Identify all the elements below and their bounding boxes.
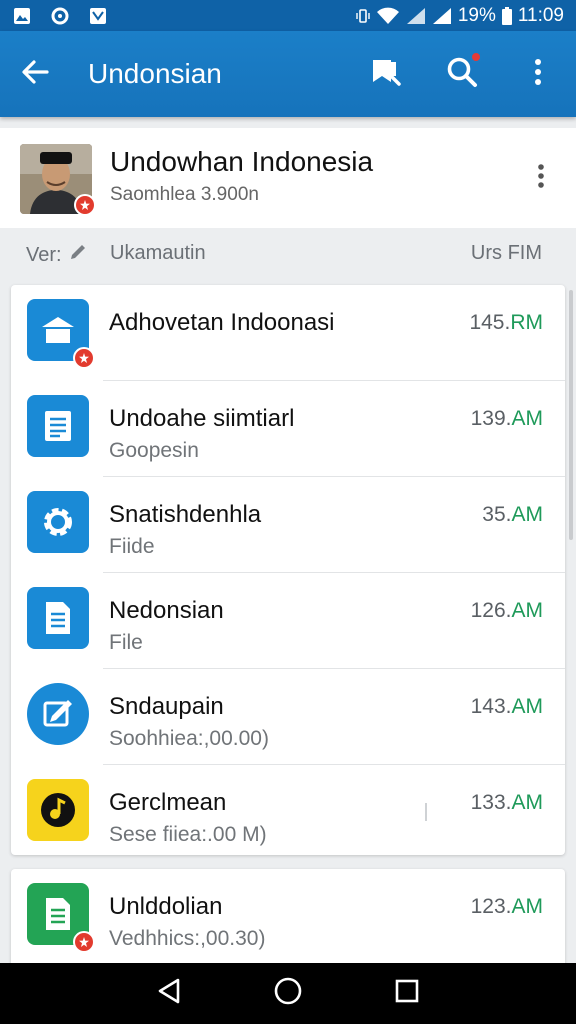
- item-title: Undoahe siimtiarl: [109, 405, 295, 432]
- divider-mark: [425, 803, 427, 821]
- version-label: Ver:: [26, 243, 62, 266]
- item-time: 143.AM: [470, 695, 543, 718]
- item-subtitle: Vedhhics:,00.30): [109, 927, 266, 950]
- bookmark-search-icon: [370, 56, 402, 93]
- clock: 11:09: [517, 4, 564, 26]
- name-column-header[interactable]: Ukamautin: [110, 242, 206, 265]
- signal-icon-1: [406, 7, 426, 25]
- file-icon: [27, 587, 89, 649]
- vibrate-icon: [356, 8, 370, 24]
- document-icon: [27, 395, 89, 457]
- wifi-icon: [376, 7, 400, 25]
- nav-back-button[interactable]: [139, 964, 199, 1024]
- item-time: 123.AM: [470, 895, 543, 918]
- item-subtitle: Goopesin: [109, 439, 199, 462]
- profile-card[interactable]: Undowhan Indonesia Saomhlea 3.900n: [0, 128, 576, 228]
- music-note-icon: [27, 779, 89, 841]
- nav-recents-button[interactable]: [377, 964, 437, 1024]
- list-item[interactable]: Gerclmean Sese fiiea:.00 M) 133.AM: [11, 765, 565, 861]
- list-item[interactable]: Adhovetan Indoonasi 145.RM: [11, 285, 565, 381]
- size-column-header[interactable]: Urs FIM: [471, 242, 542, 265]
- item-title: Sndaupain: [109, 693, 224, 720]
- nav-home-button[interactable]: [258, 964, 318, 1024]
- item-title: Nedonsian: [109, 597, 224, 624]
- battery-icon: [501, 6, 512, 25]
- list-item[interactable]: Nedonsian File 126.AM: [11, 573, 565, 669]
- profile-subtitle: Saomhlea 3.900n: [110, 184, 259, 205]
- home-circle-icon: [273, 976, 303, 1011]
- alert-badge-icon: [73, 347, 95, 369]
- item-title: Adhovetan Indoonasi: [109, 309, 335, 336]
- status-bar: 19% 11:09: [0, 0, 576, 31]
- signal-icon-2: [432, 7, 452, 25]
- list-item[interactable]: Undoahe siimtiarl Goopesin 139.AM: [11, 381, 565, 477]
- item-title: Gerclmean: [109, 789, 227, 816]
- back-button[interactable]: [0, 31, 70, 117]
- battery-percent: 19%: [457, 4, 496, 26]
- image-notification-icon: [12, 6, 32, 26]
- list-header: Ver: Ukamautin Urs FIM: [0, 232, 576, 278]
- item-time: 35.AM: [482, 503, 543, 526]
- item-time: 145.RM: [469, 311, 543, 334]
- alert-badge-icon: [73, 931, 95, 953]
- gear-icon: [27, 491, 89, 553]
- more-vertical-icon: [534, 58, 542, 91]
- scrollbar[interactable]: [569, 290, 573, 540]
- item-time: 126.AM: [470, 599, 543, 622]
- item-time: 133.AM: [470, 791, 543, 814]
- list-item[interactable]: Unlddolian Vedhhics:,00.30) 123.AM: [11, 869, 565, 965]
- pencil-icon: [68, 242, 88, 268]
- back-triangle-icon: [156, 977, 182, 1010]
- app-bar: Undonsian: [0, 31, 576, 117]
- mail-notification-icon: [88, 6, 108, 26]
- verified-badge-icon: [74, 194, 96, 216]
- file-list: Adhovetan Indoonasi 145.RM Undoahe siimt…: [11, 285, 565, 855]
- item-subtitle: Soohhiea:,00.00): [109, 727, 269, 750]
- recents-square-icon: [394, 978, 420, 1009]
- sync-notification-icon: [50, 6, 70, 26]
- item-title: Unlddolian: [109, 893, 223, 920]
- back-arrow-icon: [21, 58, 49, 91]
- home-icon: [27, 299, 95, 369]
- item-subtitle: File: [109, 631, 143, 654]
- edit-icon: [27, 683, 89, 745]
- version-sort[interactable]: Ver:: [26, 242, 88, 268]
- overflow-menu-button[interactable]: [500, 31, 576, 117]
- profile-menu-button[interactable]: [526, 158, 556, 198]
- item-title: Snatishdenhla: [109, 501, 262, 528]
- list-item[interactable]: Snatishdenhla Fiide 35.AM: [11, 477, 565, 573]
- file-list-continued: Unlddolian Vedhhics:,00.30) 123.AM: [11, 869, 565, 969]
- item-subtitle: Sese fiiea:.00 M): [109, 823, 267, 846]
- bookmark-search-button[interactable]: [348, 31, 424, 117]
- search-button[interactable]: [424, 31, 500, 117]
- list-item[interactable]: Sndaupain Soohhiea:,00.00) 143.AM: [11, 669, 565, 765]
- item-subtitle: Fiide: [109, 535, 155, 558]
- navigation-bar: [0, 963, 576, 1024]
- notification-dot: [470, 51, 482, 63]
- more-vertical-icon: [537, 163, 545, 194]
- profile-name: Undowhan Indonesia: [110, 146, 374, 177]
- sheet-icon: [27, 883, 95, 953]
- item-time: 139.AM: [470, 407, 543, 430]
- app-title: Undonsian: [88, 58, 222, 89]
